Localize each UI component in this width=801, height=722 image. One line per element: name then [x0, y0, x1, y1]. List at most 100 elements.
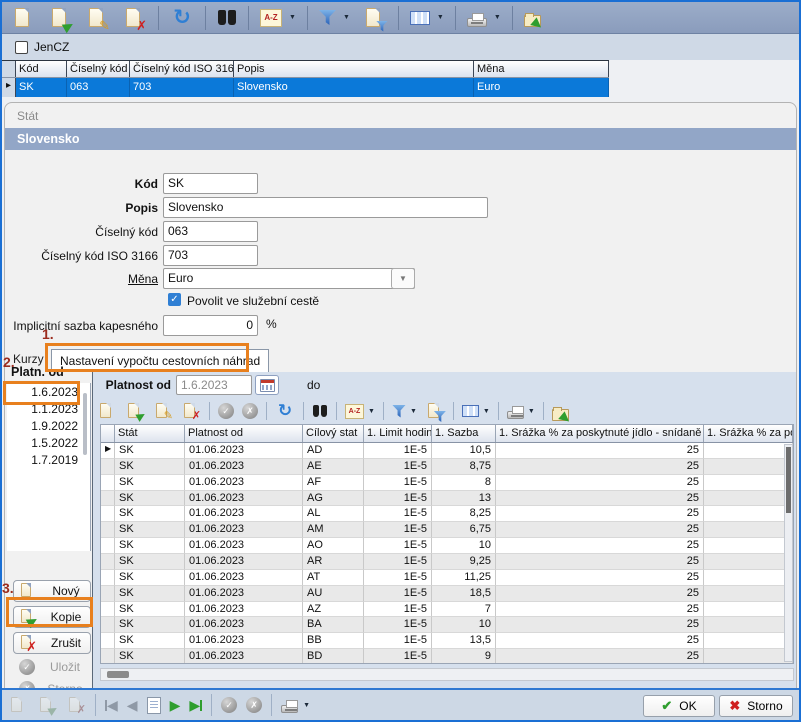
grid-cell[interactable]: AL	[303, 506, 364, 522]
rates-grid-row[interactable]: SK01.06.2023BA1E-51025	[101, 617, 793, 633]
rates-grid-row[interactable]: SK01.06.2023AR1E-59,2525	[101, 554, 793, 570]
grid-cell[interactable]: 1E-5	[364, 522, 432, 538]
grid-cell[interactable]: SK	[115, 554, 185, 570]
columns-dropdown-caret[interactable]: ▼	[437, 14, 444, 21]
first-record-icon[interactable]: ◀	[105, 698, 118, 712]
grid-cell[interactable]: 25	[496, 617, 704, 633]
grid-cell[interactable]: 01.06.2023	[185, 633, 303, 649]
new-rate-icon[interactable]	[97, 401, 117, 421]
allow-trip-checkbox[interactable]: ✓	[168, 293, 181, 306]
grid-cell[interactable]: Euro	[474, 78, 609, 97]
validity-date-item[interactable]: 1.9.2022	[7, 417, 90, 434]
filter-icon[interactable]	[319, 10, 336, 25]
grid-cell[interactable]: 10	[432, 617, 496, 633]
grid-cell[interactable]: 7	[432, 602, 496, 618]
grid-cell[interactable]: 25	[496, 443, 704, 459]
search-icon[interactable]	[217, 10, 237, 25]
grid-cell[interactable]: BB	[303, 633, 364, 649]
grid-cell[interactable]: 25	[496, 602, 704, 618]
grid-cell[interactable]: 25	[496, 633, 704, 649]
grid-cell[interactable]	[704, 443, 793, 459]
column-header[interactable]: 1. Sazba	[432, 425, 496, 442]
zruit-button[interactable]: ✗Zrušit	[13, 632, 91, 654]
grid-cell[interactable]: 1E-5	[364, 649, 432, 664]
grid-cell[interactable]: 13,5	[432, 633, 496, 649]
grid-cell[interactable]: SK	[115, 522, 185, 538]
grid-cell[interactable]: 10	[432, 538, 496, 554]
rates-grid-row[interactable]: SK01.06.2023AE1E-58,7525	[101, 459, 793, 475]
grid-cell[interactable]: 01.06.2023	[185, 649, 303, 664]
grid-cell[interactable]: 1E-5	[364, 586, 432, 602]
grid-cell[interactable]: SK	[115, 538, 185, 554]
delete-rate-icon[interactable]: ✗	[181, 401, 201, 421]
grid-cell[interactable]: SK	[115, 491, 185, 507]
rates-grid-row[interactable]: SK01.06.2023AM1E-56,7525	[101, 522, 793, 538]
grid-cell[interactable]: 01.06.2023	[185, 491, 303, 507]
grid-cell[interactable]: 9,25	[432, 554, 496, 570]
grid-cell[interactable]: SK	[115, 570, 185, 586]
cancel-bottom-icon[interactable]: ✗	[246, 697, 262, 713]
view-columns-icon[interactable]	[410, 11, 430, 25]
filter-values-rates-icon[interactable]	[425, 401, 445, 421]
grid-cell[interactable]: SK	[115, 475, 185, 491]
print-dropdown-caret[interactable]: ▼	[494, 14, 501, 21]
grid-cell[interactable]: 25	[496, 538, 704, 554]
grid-cell[interactable]: 25	[496, 491, 704, 507]
grid-cell[interactable]: 6,75	[432, 522, 496, 538]
column-header[interactable]: Cílový stat	[303, 425, 364, 442]
rates-grid-row[interactable]: SK01.06.2023AZ1E-5725	[101, 602, 793, 618]
column-header[interactable]: 1. Srážka % za pos	[704, 425, 793, 442]
accept-bottom-icon[interactable]: ✓	[221, 697, 237, 713]
export-rates-icon[interactable]: ▶	[552, 409, 569, 421]
grid-cell[interactable]: SK	[115, 633, 185, 649]
grid-cell[interactable]: 063	[67, 78, 130, 97]
rates-grid-row[interactable]: SK01.06.2023AG1E-51325	[101, 491, 793, 507]
grid-cell[interactable]	[704, 554, 793, 570]
grid-cell[interactable]	[704, 602, 793, 618]
grid-cell[interactable]: 9	[432, 649, 496, 664]
grid-cell[interactable]: 01.06.2023	[185, 617, 303, 633]
grid-cell[interactable]	[704, 633, 793, 649]
rates-grid-vertical-scrollbar[interactable]	[784, 444, 793, 662]
grid-cell[interactable]: SK	[115, 602, 185, 618]
rates-grid-row[interactable]: SK01.06.2023AF1E-5825	[101, 475, 793, 491]
nov-button[interactable]: Nový	[13, 580, 91, 602]
grid-cell[interactable]: 1E-5	[364, 538, 432, 554]
refresh-rates-icon[interactable]: ↻	[275, 401, 295, 421]
grid-cell[interactable]: 8,25	[432, 506, 496, 522]
grid-cell[interactable]: 13	[432, 491, 496, 507]
grid-cell[interactable]: 01.06.2023	[185, 602, 303, 618]
delete-record-icon[interactable]: ✗	[121, 5, 147, 31]
validity-date-item[interactable]: 1.6.2023	[7, 383, 90, 400]
column-header[interactable]: Měna	[474, 61, 609, 77]
grid-cell[interactable]: 8,75	[432, 459, 496, 475]
mena-combo[interactable]: Euro	[163, 268, 415, 289]
grid-cell[interactable]: 1E-5	[364, 475, 432, 491]
column-header[interactable]: 1. Limit hodin	[364, 425, 432, 442]
refresh-icon[interactable]: ↻	[170, 5, 194, 31]
grid-cell[interactable]: 18,5	[432, 586, 496, 602]
grid-cell[interactable]: AZ	[303, 602, 364, 618]
grid-cell[interactable]: 1E-5	[364, 570, 432, 586]
validity-date-item[interactable]: 1.7.2019	[7, 451, 90, 468]
grid-cell[interactable]: SK	[115, 443, 185, 459]
export-icon[interactable]: ▶	[524, 15, 541, 27]
grid-cell[interactable]: AM	[303, 522, 364, 538]
grid-cell[interactable]: 25	[496, 475, 704, 491]
rates-grid-row[interactable]: SK01.06.2023BD1E-5925	[101, 649, 793, 664]
grid-cell[interactable]: 1E-5	[364, 617, 432, 633]
storno-button[interactable]: ✖Storno	[719, 695, 793, 717]
rates-grid-row[interactable]: SK01.06.2023AO1E-51025	[101, 538, 793, 554]
validity-from-field[interactable]: 1.6.2023	[176, 375, 252, 395]
print-bottom-caret[interactable]: ▼	[303, 702, 310, 709]
column-header[interactable]: Platnost od	[185, 425, 303, 442]
validity-list-header[interactable]: Platn. od	[11, 365, 64, 379]
grid-cell[interactable]: 1E-5	[364, 443, 432, 459]
grid-cell[interactable]: BA	[303, 617, 364, 633]
pocket-rate-field[interactable]: 0	[163, 315, 258, 336]
copy-rate-icon[interactable]: ▶	[125, 401, 145, 421]
grid-cell[interactable]: 1E-5	[364, 602, 432, 618]
grid-cell[interactable]	[704, 459, 793, 475]
validity-date-item[interactable]: 1.5.2022	[7, 434, 90, 451]
grid-cell[interactable]: 25	[496, 506, 704, 522]
